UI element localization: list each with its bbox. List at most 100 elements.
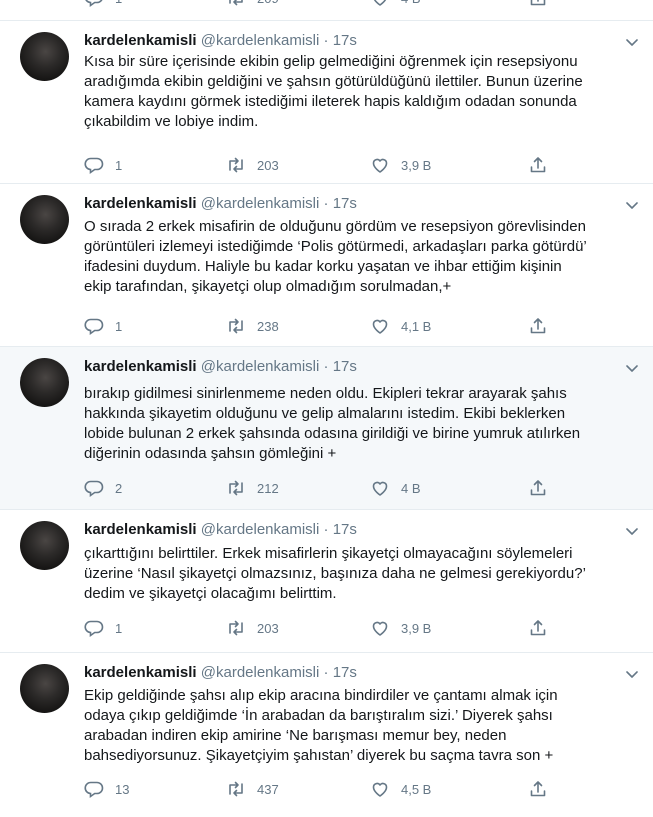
timestamp[interactable]: 17s bbox=[333, 32, 357, 49]
tweet-header: kardelenkamisli @kardelenkamisli · 17s bbox=[84, 357, 357, 377]
like-count: 3,9 B bbox=[401, 157, 432, 173]
tweet-header: kardelenkamisli @kardelenkamisli · 17s bbox=[84, 31, 357, 51]
like-button[interactable]: 3,9 B bbox=[370, 618, 431, 638]
user-handle[interactable]: @kardelenkamisli bbox=[201, 358, 320, 375]
like-button[interactable]: 4,1 B bbox=[370, 316, 431, 336]
reply-count: 13 bbox=[115, 781, 130, 797]
share-icon bbox=[530, 781, 546, 797]
display-name[interactable]: kardelenkamisli bbox=[84, 358, 197, 375]
display-name[interactable]: kardelenkamisli bbox=[84, 664, 197, 681]
like-count: 4,5 B bbox=[401, 781, 432, 797]
share-button[interactable] bbox=[528, 779, 548, 799]
timestamp[interactable]: 17s bbox=[333, 664, 357, 681]
share-icon bbox=[530, 157, 546, 173]
retweet-count: 203 bbox=[257, 620, 279, 636]
tweet-header: kardelenkamisli @kardelenkamisli · 17s bbox=[84, 520, 357, 540]
tweet-text: Kısa bir süre içerisinde ekibin gelip ge… bbox=[84, 53, 583, 130]
share-button[interactable] bbox=[528, 316, 548, 336]
retweet-button[interactable]: 437 bbox=[226, 779, 279, 799]
like-count: 4 B bbox=[401, 0, 421, 6]
tweet-actions: 1 238 4,1 B bbox=[84, 316, 564, 336]
caret-down-icon[interactable] bbox=[625, 524, 639, 538]
separator-dot: · bbox=[323, 664, 329, 681]
caret-down-icon[interactable] bbox=[625, 361, 639, 375]
share-icon bbox=[530, 620, 546, 636]
tweet-actions: 1 203 3,9 B bbox=[84, 155, 564, 175]
reply-icon bbox=[84, 480, 104, 498]
retweet-count: 238 bbox=[257, 318, 279, 334]
retweet-icon bbox=[229, 0, 243, 6]
separator-dot: · bbox=[323, 195, 329, 212]
share-button[interactable] bbox=[528, 155, 548, 175]
tweet-actions: 1 203 3,9 B bbox=[84, 618, 564, 638]
avatar[interactable] bbox=[20, 32, 69, 81]
tweet-partial: 1 209 4 B bbox=[0, 0, 653, 21]
share-button[interactable] bbox=[528, 0, 548, 8]
avatar[interactable] bbox=[20, 664, 69, 713]
like-button[interactable]: 4 B bbox=[370, 0, 421, 8]
like-count: 4 B bbox=[401, 480, 421, 496]
like-icon bbox=[372, 158, 388, 173]
retweet-button[interactable]: 203 bbox=[226, 618, 279, 638]
like-button[interactable]: 3,9 B bbox=[370, 155, 431, 175]
share-button[interactable] bbox=[528, 478, 548, 498]
tweet-actions: 2 212 4 B bbox=[84, 478, 564, 498]
like-button[interactable]: 4,5 B bbox=[370, 779, 431, 799]
reply-button[interactable]: 1 bbox=[84, 316, 122, 336]
timestamp[interactable]: 17s bbox=[333, 521, 357, 538]
retweet-count: 437 bbox=[257, 781, 279, 797]
retweet-button[interactable]: 212 bbox=[226, 478, 279, 498]
user-handle[interactable]: @kardelenkamisli bbox=[201, 664, 320, 681]
reply-button[interactable]: 1 bbox=[84, 155, 122, 175]
caret-down-icon[interactable] bbox=[625, 667, 639, 681]
user-handle[interactable]: @kardelenkamisli bbox=[201, 32, 320, 49]
retweet-count: 203 bbox=[257, 157, 279, 173]
tweet[interactable]: kardelenkamisli @kardelenkamisli · 17s ç… bbox=[0, 510, 653, 653]
retweet-count: 209 bbox=[257, 0, 279, 6]
reply-count: 1 bbox=[115, 0, 122, 6]
reply-icon bbox=[84, 620, 104, 638]
retweet-icon bbox=[229, 620, 243, 636]
avatar[interactable] bbox=[20, 521, 69, 570]
tweet[interactable]: kardelenkamisli @kardelenkamisli · 17s K… bbox=[0, 21, 653, 184]
like-icon bbox=[372, 319, 388, 334]
reply-button[interactable]: 13 bbox=[84, 779, 129, 799]
reply-button[interactable]: 2 bbox=[84, 478, 122, 498]
tweet[interactable]: kardelenkamisli @kardelenkamisli · 17s O… bbox=[0, 184, 653, 347]
tweet-actions: 1 209 4 B bbox=[84, 0, 564, 8]
user-handle[interactable]: @kardelenkamisli bbox=[201, 195, 320, 212]
share-button[interactable] bbox=[528, 618, 548, 638]
retweet-icon bbox=[229, 318, 243, 334]
tweet-actions: 13 437 4,5 B bbox=[84, 779, 564, 799]
avatar[interactable] bbox=[20, 358, 69, 407]
like-icon bbox=[373, 0, 387, 6]
timestamp[interactable]: 17s bbox=[333, 195, 357, 212]
caret-down-icon[interactable] bbox=[625, 198, 639, 212]
reply-button[interactable]: 1 bbox=[84, 0, 122, 8]
tweet-highlighted[interactable]: kardelenkamisli @kardelenkamisli · 17s b… bbox=[0, 347, 653, 510]
reply-count: 1 bbox=[115, 157, 123, 173]
separator-dot: · bbox=[323, 521, 329, 538]
caret-down-icon[interactable] bbox=[625, 35, 639, 49]
display-name[interactable]: kardelenkamisli bbox=[84, 195, 197, 212]
tweet-header: kardelenkamisli @kardelenkamisli · 17s bbox=[84, 194, 357, 214]
reply-icon bbox=[84, 318, 104, 336]
user-handle[interactable]: @kardelenkamisli bbox=[201, 521, 320, 538]
display-name[interactable]: kardelenkamisli bbox=[84, 521, 197, 538]
share-icon bbox=[530, 0, 546, 6]
retweet-button[interactable]: 209 bbox=[226, 0, 279, 8]
like-button[interactable]: 4 B bbox=[370, 478, 421, 498]
retweet-button[interactable]: 203 bbox=[226, 155, 279, 175]
share-icon bbox=[530, 318, 546, 334]
avatar[interactable] bbox=[20, 195, 69, 244]
display-name[interactable]: kardelenkamisli bbox=[84, 32, 197, 49]
timestamp[interactable]: 17s bbox=[333, 358, 357, 375]
like-icon bbox=[372, 621, 388, 636]
tweet[interactable]: kardelenkamisli @kardelenkamisli · 17s E… bbox=[0, 653, 653, 817]
retweet-button[interactable]: 238 bbox=[226, 316, 279, 336]
reply-button[interactable]: 1 bbox=[84, 618, 122, 638]
like-count: 4,1 B bbox=[401, 318, 432, 334]
retweet-icon bbox=[229, 157, 243, 173]
separator-dot: · bbox=[323, 32, 329, 49]
reply-count: 1 bbox=[115, 620, 123, 636]
